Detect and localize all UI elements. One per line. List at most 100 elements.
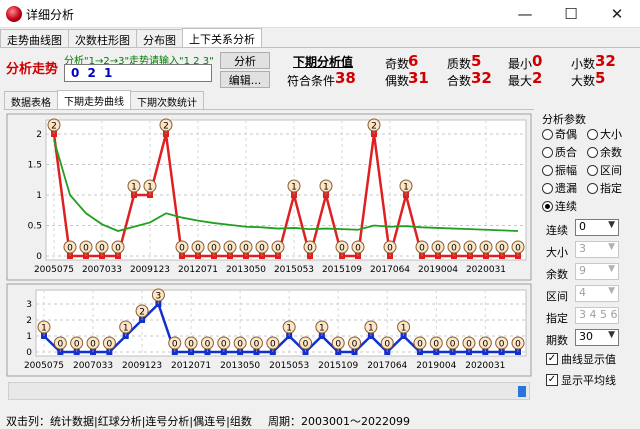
status-bar: 双击列：统计数据|红球分析|连号分析|偶连号|组数 周期：2003001～202… (0, 411, 640, 429)
data-label: 0 (259, 244, 265, 254)
radio-prime-dot[interactable] (542, 146, 553, 158)
radio-omission[interactable]: 遗漏 (542, 180, 577, 196)
data-label: 0 (227, 244, 233, 254)
data-label: 0 (466, 340, 472, 350)
param-consecutive-select[interactable]: 0 ▼ (575, 219, 619, 236)
radio-amplitude-dot[interactable] (542, 164, 553, 176)
radio-size-dot[interactable] (587, 128, 598, 140)
x-tick-label: 2015053 (269, 361, 309, 371)
tab-relation-analysis[interactable]: 上下关系分析 (182, 28, 262, 48)
data-label: 1 (401, 324, 407, 334)
x-tick-label: 2017064 (367, 361, 407, 371)
check-icon[interactable]: ✓ (546, 353, 558, 365)
lower-trend-chart: 01232005075 2007033 2009123 2012071 2013050 2… (6, 283, 532, 377)
radio-consecutive[interactable]: 连续 (542, 198, 577, 214)
x-tick-label: 2013050 (220, 361, 260, 371)
data-label: 0 (450, 340, 456, 350)
check-icon[interactable]: ✓ (546, 374, 558, 386)
y-tick-label: 1.5 (28, 161, 42, 171)
data-label: 0 (57, 340, 63, 350)
data-label: 0 (270, 340, 276, 350)
data-label: 1 (323, 183, 329, 193)
param-specified-label: 指定 (546, 312, 568, 325)
data-label: 2 (371, 122, 377, 132)
x-tick-label: 2007033 (73, 361, 113, 371)
radio-odd-even[interactable]: 奇偶 (542, 126, 577, 142)
data-label: 0 (417, 340, 423, 350)
param-specified-value: 3 4 5 6 (579, 308, 618, 321)
param-remainder-label: 余数 (546, 268, 568, 281)
match-value: 38 (335, 69, 356, 87)
data-label: 0 (499, 340, 505, 350)
subtab-next-count[interactable]: 下期次数统计 (130, 91, 204, 110)
status-period: 周期：2003001～2022099 (268, 415, 410, 428)
param-interval-label: 区间 (546, 290, 568, 303)
x-tick-label: 2005075 (24, 361, 64, 371)
radio-remainder-dot[interactable] (587, 146, 598, 158)
data-label: 2 (51, 122, 57, 132)
analyze-button[interactable]: 分析 (220, 52, 270, 69)
param-specified-input[interactable]: 3 4 5 6 (575, 307, 619, 324)
param-size-select[interactable]: 3 ▼ (575, 241, 619, 258)
radio-odd-even-dot[interactable] (542, 128, 553, 140)
radio-remainder[interactable]: 余数 (587, 144, 622, 160)
radio-omission-dot[interactable] (542, 182, 553, 194)
data-label: 0 (307, 244, 313, 254)
data-label: 0 (83, 244, 89, 254)
radio-interval-dot[interactable] (587, 164, 598, 176)
even-label: 偶数 (385, 74, 410, 88)
radio-specified[interactable]: 指定 (587, 180, 622, 196)
radio-consecutive-dot[interactable] (542, 200, 553, 212)
radio-interval[interactable]: 区间 (587, 162, 622, 178)
radio-prime[interactable]: 质合 (542, 144, 577, 160)
param-remainder-select[interactable]: 9 ▼ (575, 263, 619, 280)
radio-omission-label: 遗漏 (555, 182, 577, 195)
show-values-label: 曲线显示值 (561, 353, 616, 366)
composite-value: 32 (471, 69, 492, 87)
maximize-button[interactable]: ☐ (548, 0, 594, 28)
show-average-checkbox[interactable]: ✓ 显示平均线 (546, 372, 616, 388)
tab-distribution[interactable]: 分布图 (136, 29, 183, 48)
prime-value: 5 (471, 52, 482, 70)
param-periods-value: 30 (579, 330, 593, 343)
param-periods-select[interactable]: 30 ▼ (575, 329, 619, 346)
data-label: 0 (275, 244, 281, 254)
radio-specified-dot[interactable] (587, 182, 598, 194)
data-label: 0 (384, 340, 390, 350)
show-values-checkbox[interactable]: ✓ 曲线显示值 (546, 351, 616, 367)
scroll-thumb[interactable] (518, 386, 526, 397)
tab-trend-curve[interactable]: 走势曲线图 (0, 29, 69, 48)
main-tabs: 走势曲线图 次数柱形图 分布图 上下关系分析 (0, 28, 262, 48)
close-button[interactable]: ✕ (594, 0, 640, 28)
chevron-down-icon: ▼ (608, 220, 615, 230)
x-tick-label: 2007033 (82, 265, 122, 275)
radio-size[interactable]: 大小 (587, 126, 622, 142)
radio-amplitude-label: 振幅 (555, 164, 577, 177)
minimize-button[interactable]: — (502, 0, 548, 28)
composite-label: 合数 (447, 74, 472, 88)
data-label: 0 (482, 340, 488, 350)
data-label: 0 (515, 340, 521, 350)
trend-input[interactable]: 0 2 1 (64, 64, 212, 82)
param-periods-label: 期数 (546, 334, 568, 347)
radio-size-label: 大小 (600, 128, 622, 141)
tab-count-bar[interactable]: 次数柱形图 (68, 29, 137, 48)
param-interval-select[interactable]: 4 ▼ (575, 285, 619, 302)
data-label: 0 (303, 340, 309, 350)
horizontal-scrollbar[interactable] (8, 382, 530, 400)
data-label: 1 (403, 183, 409, 193)
data-label: 0 (435, 244, 441, 254)
even-value: 31 (408, 69, 429, 87)
subtab-data-table[interactable]: 数据表格 (4, 91, 58, 110)
subtab-next-trend[interactable]: 下期走势曲线 (57, 90, 131, 110)
data-label: 0 (179, 244, 185, 254)
data-label: 0 (188, 340, 194, 350)
y-tick-label: 0.5 (28, 222, 42, 232)
radio-amplitude[interactable]: 振幅 (542, 162, 577, 178)
data-label: 0 (339, 244, 345, 254)
data-label: 0 (419, 244, 425, 254)
data-label: 2 (163, 122, 169, 132)
x-tick-label: 2019004 (418, 265, 458, 275)
data-label: 1 (319, 324, 325, 334)
edit-button[interactable]: 编辑... (220, 71, 270, 88)
